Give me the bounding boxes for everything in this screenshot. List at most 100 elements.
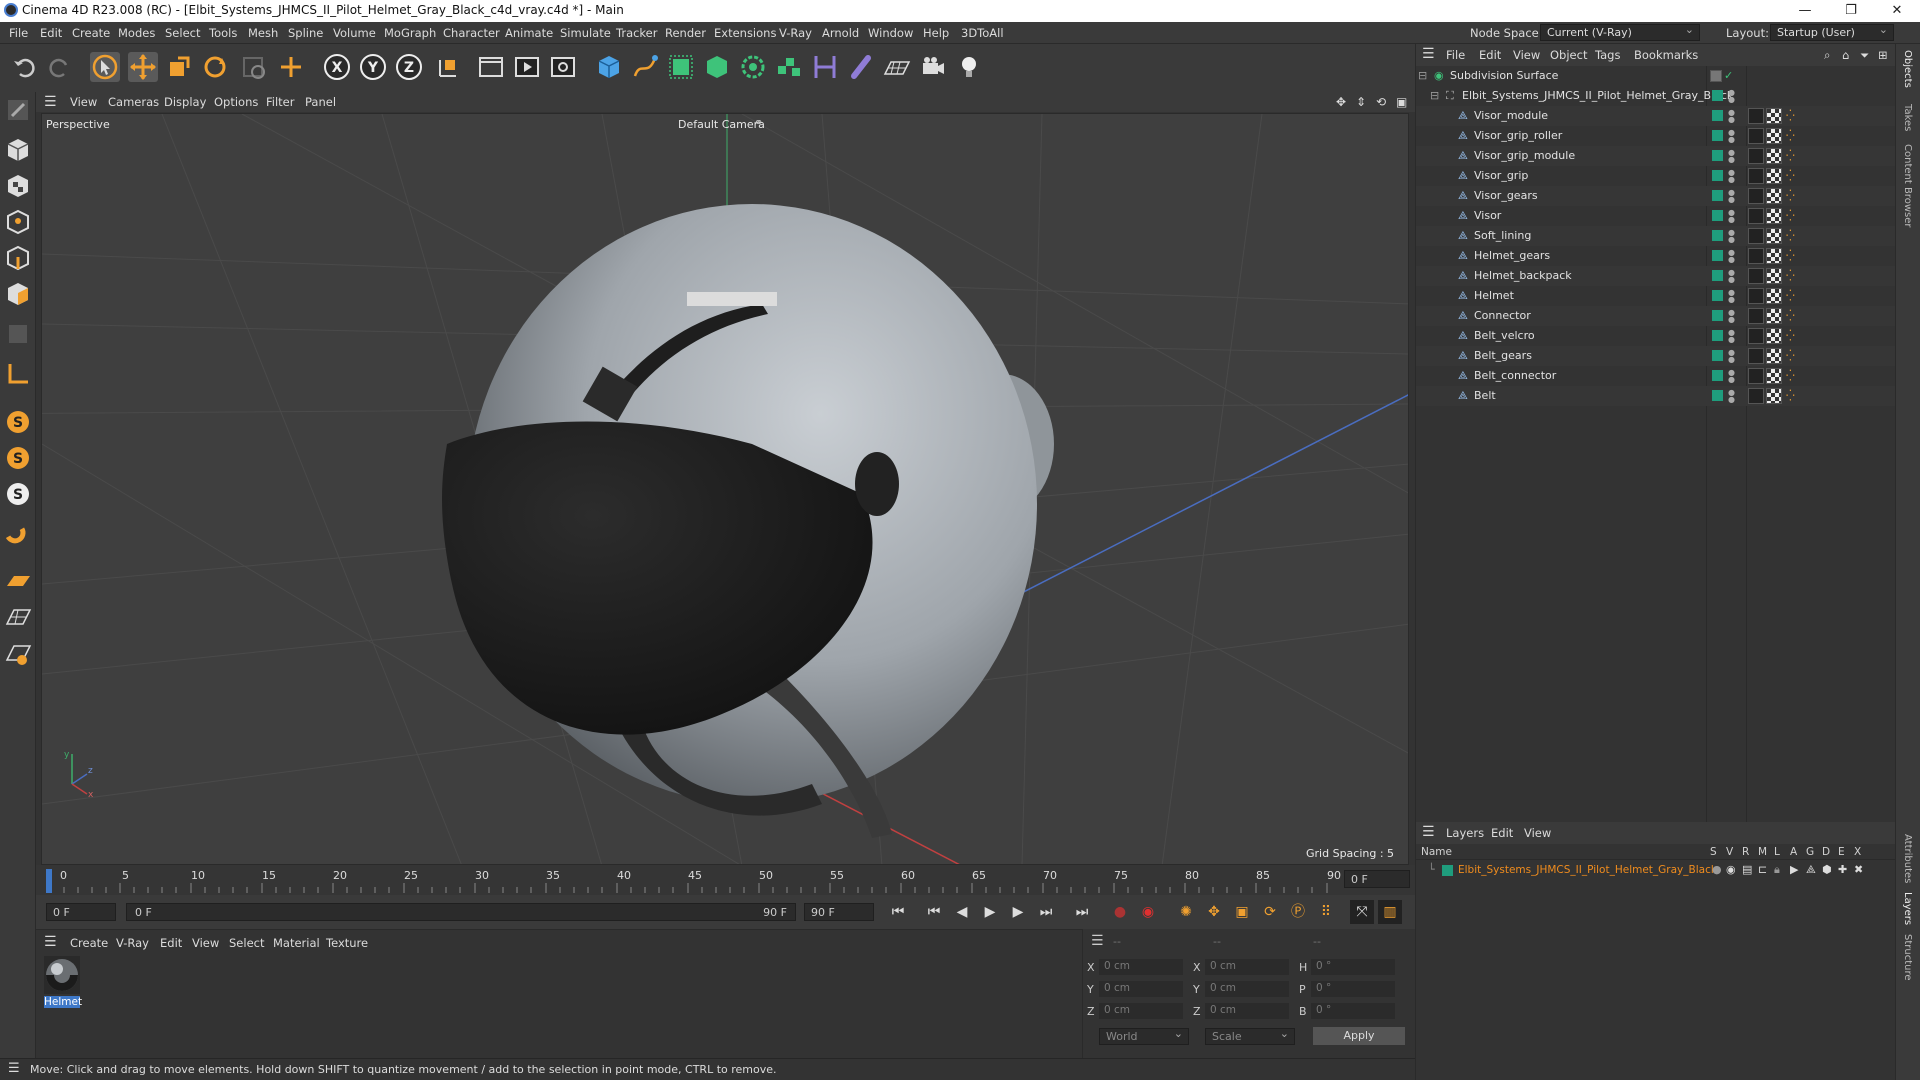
vray-tag-icon[interactable]: ⁛ [1786, 389, 1795, 402]
material-menu-select[interactable]: Select [229, 936, 264, 950]
magnet-icon[interactable] [4, 524, 32, 552]
collapse-toggle-icon[interactable]: ⊟ [1418, 69, 1427, 82]
visibility-dots-icon[interactable]: ● ● [1728, 189, 1735, 204]
menu-help[interactable]: Help [923, 26, 949, 40]
object-row[interactable]: ⟁ Visor ● ● ⁛ [1416, 206, 1896, 226]
render-picture-viewer-icon[interactable] [512, 52, 542, 82]
layer-lock-icon[interactable]: 🔒︎ [1774, 863, 1780, 877]
layer-color-swatch[interactable] [1712, 190, 1723, 201]
menu-window[interactable]: Window [868, 26, 913, 40]
key-pla-icon[interactable]: ⠿ [1314, 900, 1338, 924]
visibility-dots-icon[interactable]: ● ● [1728, 229, 1735, 244]
close-button[interactable]: ✕ [1874, 0, 1920, 22]
om-menu-edit[interactable]: Edit [1479, 48, 1501, 62]
z-axis-lock-icon[interactable]: Z [394, 52, 424, 82]
layer-color-swatch[interactable] [1712, 90, 1723, 101]
minimize-button[interactable]: — [1782, 0, 1828, 22]
layer-visible-eye-icon[interactable]: ◉ [1726, 863, 1736, 876]
material-menu-icon[interactable]: ☰ [44, 934, 57, 950]
material-menu-vray[interactable]: V-Ray [116, 936, 149, 950]
visibility-dots-icon[interactable]: ● ● [1728, 389, 1735, 404]
playhead[interactable] [46, 869, 52, 893]
viewport-menu-panel[interactable]: Panel [305, 95, 336, 109]
move-tool-icon[interactable] [128, 52, 158, 82]
tab-content-browser[interactable]: Content Browser [1902, 144, 1913, 227]
layer-row[interactable]: └ Elbit_Systems_JHMCS_II_Pilot_Helmet_Gr… [1416, 860, 1896, 880]
coordinate-mode-select[interactable]: World [1099, 1027, 1189, 1045]
edge-mode-icon[interactable] [4, 244, 32, 272]
viewport-menu-filter[interactable]: Filter [266, 95, 294, 109]
size-y-field[interactable]: 0 cm [1205, 981, 1289, 997]
material-tag-icon[interactable] [1766, 388, 1782, 404]
polygon-mode-icon[interactable] [4, 280, 32, 308]
phong-tag-icon[interactable] [1748, 368, 1764, 384]
timeline-ruler[interactable]: 0 5 10 15 20 25 30 35 40 45 50 55 60 65 … [36, 865, 1415, 895]
key-position-icon[interactable]: ✥ [1202, 900, 1226, 924]
visibility-dots-icon[interactable]: ● ● [1728, 329, 1735, 344]
material-tag-icon[interactable] [1766, 208, 1782, 224]
layer-expressions-icon[interactable]: ✚ [1838, 863, 1847, 876]
layer-color-swatch[interactable] [1712, 250, 1723, 261]
object-row[interactable]: ⟁ Helmet_backpack ● ● ⁛ [1416, 266, 1896, 286]
visibility-dots-icon[interactable]: ● ● [1728, 369, 1735, 384]
redo-icon[interactable] [44, 52, 74, 82]
phong-tag-icon[interactable] [1748, 208, 1764, 224]
select-tool-icon[interactable] [90, 52, 120, 82]
vray-tag-icon[interactable]: ⁛ [1786, 369, 1795, 382]
vray-tag-icon[interactable]: ⁛ [1786, 309, 1795, 322]
position-y-field[interactable]: 0 cm [1099, 981, 1183, 997]
material-menu-edit[interactable]: Edit [160, 936, 182, 950]
tab-attributes[interactable]: Attributes [1902, 834, 1913, 883]
phong-tag-icon[interactable] [1748, 108, 1764, 124]
visibility-dots-icon[interactable]: ● ● [1728, 349, 1735, 364]
timeline-grid-icon[interactable] [4, 640, 32, 668]
workplane-icon[interactable] [4, 360, 32, 388]
om-menu-view[interactable]: View [1513, 48, 1540, 62]
field-icon[interactable] [846, 52, 876, 82]
status-menu-icon[interactable]: ☰ [8, 1061, 20, 1076]
object-row[interactable]: ⟁ Belt_velcro ● ● ⁛ [1416, 326, 1896, 346]
coord-menu-icon[interactable]: ☰ [1091, 933, 1104, 949]
position-x-field[interactable]: 0 cm [1099, 959, 1183, 975]
tab-objects[interactable]: Objects [1902, 50, 1913, 88]
om-search-icon[interactable]: ⌕ [1824, 48, 1830, 63]
vray-tag-icon[interactable]: ⁛ [1786, 149, 1795, 162]
menu-character[interactable]: Character [443, 26, 500, 40]
vray-tag-icon[interactable]: ⁛ [1786, 169, 1795, 182]
layers-hamburger-icon[interactable]: ☰ [1422, 824, 1435, 840]
layer-color-swatch[interactable] [1712, 150, 1723, 161]
scale-tool-icon[interactable] [164, 52, 194, 82]
object-row[interactable]: ⟁ Belt ● ● ⁛ [1416, 386, 1896, 406]
mograph-array-icon[interactable] [774, 52, 804, 82]
vray-tag-icon[interactable]: ⁛ [1786, 229, 1795, 242]
viewport-rotate-icon[interactable]: ⟲ [1376, 95, 1386, 109]
extrude-icon[interactable] [702, 52, 732, 82]
visibility-dots-icon[interactable]: ● ● [1728, 249, 1735, 264]
spline-pen-icon[interactable] [630, 52, 660, 82]
autokey-icon[interactable]: ● [1108, 900, 1132, 924]
layer-color-swatch[interactable] [1712, 210, 1723, 221]
layer-color-swatch[interactable] [1712, 230, 1723, 241]
layers-menu-layers[interactable]: Layers [1446, 826, 1484, 840]
menu-create[interactable]: Create [72, 26, 110, 40]
viewport-menu-display[interactable]: Display [164, 95, 206, 109]
material-tag-icon[interactable] [1766, 148, 1782, 164]
motion-system-icon[interactable]: ⤧ [1350, 900, 1374, 924]
menu-mograph[interactable]: MoGraph [384, 26, 436, 40]
collapse-toggle-icon[interactable]: ⊟ [1430, 89, 1439, 102]
timeline-window-icon[interactable]: ▥ [1378, 900, 1402, 924]
object-axis-icon[interactable] [4, 320, 32, 348]
key-parameter-icon[interactable]: Ⓟ [1286, 900, 1310, 924]
material-menu-create[interactable]: Create [70, 936, 108, 950]
phong-tag-icon[interactable] [1748, 348, 1764, 364]
layers-menu-edit[interactable]: Edit [1491, 826, 1513, 840]
layer-generators-icon[interactable]: ⟁ [1806, 863, 1816, 877]
layer-color-swatch[interactable] [1712, 370, 1723, 381]
snap-icon[interactable]: S [4, 408, 32, 436]
vray-tag-icon[interactable]: ⁛ [1786, 349, 1795, 362]
rotation-h-field[interactable]: 0 ° [1311, 959, 1395, 975]
object-row[interactable]: ⟁ Visor_grip ● ● ⁛ [1416, 166, 1896, 186]
key-scale-icon[interactable]: ▣ [1230, 900, 1254, 924]
position-z-field[interactable]: 0 cm [1099, 1003, 1183, 1019]
cloner-icon[interactable] [738, 52, 768, 82]
